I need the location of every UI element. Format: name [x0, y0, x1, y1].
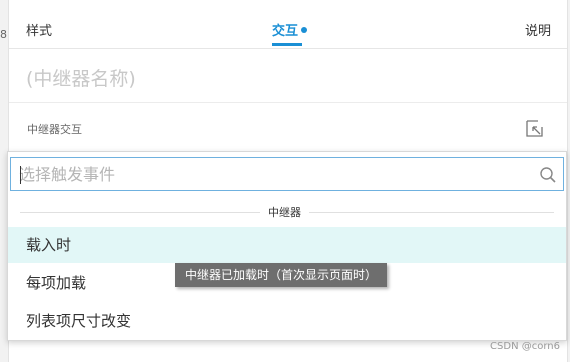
- tab-interaction[interactable]: 交互: [272, 20, 308, 39]
- event-option-on-load[interactable]: 载入时: [8, 227, 566, 263]
- tab-style[interactable]: 样式: [26, 20, 52, 39]
- group-header: 中继器: [260, 204, 309, 220]
- left-edge-text: 8: [0, 28, 7, 41]
- event-option-item-resize[interactable]: 列表项尺寸改变: [8, 303, 566, 339]
- tab-bar: 样式 交互 说明: [9, 0, 567, 49]
- search-input[interactable]: [19, 162, 529, 186]
- watermark: CSDN @corn6: [490, 341, 560, 352]
- section-title: 中继器交互: [27, 123, 82, 136]
- event-dropdown: 中继器 载入时 每项加载 列表项尺寸改变: [7, 151, 567, 341]
- search-box[interactable]: [10, 157, 564, 191]
- collapse-arrow-icon[interactable]: [525, 119, 545, 139]
- text-caret: [20, 166, 21, 184]
- modified-dot-icon: [301, 27, 308, 33]
- divider: [9, 102, 567, 103]
- repeater-name-field[interactable]: (中继器名称): [26, 64, 546, 92]
- search-icon[interactable]: [539, 166, 557, 184]
- tab-description[interactable]: 说明: [525, 20, 551, 39]
- tooltip: 中继器已加载时（首次显示页面时）: [175, 263, 388, 287]
- tab-interaction-label: 交互: [272, 24, 299, 39]
- active-tab-indicator: [272, 43, 302, 46]
